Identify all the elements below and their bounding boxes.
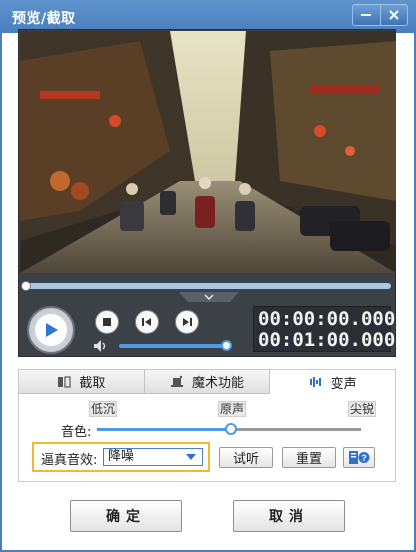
- reset-label: 重置: [295, 452, 322, 467]
- tab-bar: 截取 魔术功能 变声: [19, 370, 396, 394]
- chevron-down-icon: [204, 294, 214, 301]
- street-scene-image: [20, 31, 396, 273]
- crop-icon: [58, 375, 71, 388]
- minimize-button[interactable]: [353, 5, 380, 25]
- tone-low-marker: 低沉: [89, 401, 118, 417]
- timecode-display: 00:00:00.000 00:01:00.000: [253, 306, 396, 352]
- preview-listen-label: 试听: [232, 452, 259, 467]
- effect-dropdown-value: 降噪: [108, 449, 135, 464]
- seek-track: [23, 283, 391, 289]
- step-back-icon: [142, 318, 151, 326]
- seek-handle[interactable]: [21, 281, 31, 291]
- svg-text:?: ?: [361, 453, 367, 463]
- video-preview[interactable]: [20, 31, 396, 273]
- volume-icon[interactable]: [93, 339, 109, 353]
- tone-label: 音色:: [61, 425, 92, 440]
- player-panel: 00:00:00.000 00:01:00.000: [18, 29, 396, 357]
- close-button[interactable]: [379, 5, 407, 25]
- tone-original-marker: 原声: [218, 401, 247, 417]
- total-time: 00:01:00.000: [258, 329, 396, 351]
- help-book-icon: ?: [349, 451, 370, 464]
- tab-magic[interactable]: 魔术功能: [144, 370, 271, 394]
- volume-slider[interactable]: [119, 344, 227, 348]
- tone-high-marker: 尖锐: [348, 401, 377, 417]
- dropdown-arrow-icon: [186, 454, 196, 460]
- player-controls: 00:00:00.000 00:01:00.000: [19, 302, 397, 358]
- close-icon: [389, 10, 399, 20]
- tone-slider-fill: [97, 428, 230, 431]
- step-forward-icon: [183, 318, 192, 326]
- seek-bar[interactable]: [19, 280, 397, 292]
- soundwave-icon: [309, 377, 321, 387]
- preview-listen-button[interactable]: 试听: [219, 447, 273, 468]
- effect-dropdown[interactable]: 降噪: [103, 448, 203, 466]
- tab-crop[interactable]: 截取: [19, 370, 145, 394]
- previous-frame-button[interactable]: [135, 310, 159, 334]
- window-border-left: [0, 33, 2, 552]
- volume-handle[interactable]: [221, 340, 232, 351]
- play-button-face: [35, 314, 67, 346]
- minimize-icon: [361, 14, 372, 16]
- confirm-label: 确定: [106, 509, 146, 525]
- tab-magic-label: 魔术功能: [192, 376, 245, 391]
- window-title: 预览/截取: [12, 11, 76, 27]
- play-icon: [46, 323, 58, 337]
- stop-button[interactable]: [95, 310, 119, 334]
- play-button[interactable]: [27, 306, 75, 354]
- feature-panel: 截取 魔术功能 变声 低沉 原声 尖锐 音色: 逼真音效: 降噪 试听 重置 ?: [18, 369, 396, 482]
- effect-highlight: 逼真音效: 降噪: [32, 442, 210, 472]
- magic-hat-icon: [171, 375, 183, 387]
- current-time: 00:00:00.000: [258, 308, 396, 330]
- stop-icon: [103, 318, 111, 326]
- help-button[interactable]: ?: [343, 447, 375, 468]
- cancel-button[interactable]: 取消: [233, 500, 345, 532]
- cancel-label: 取消: [269, 509, 309, 525]
- effect-label: 逼真音效:: [41, 453, 98, 468]
- tab-crop-label: 截取: [79, 376, 106, 391]
- next-frame-button[interactable]: [175, 310, 199, 334]
- reset-button[interactable]: 重置: [282, 447, 336, 468]
- tab-voice-change-label: 变声: [330, 376, 357, 392]
- tab-voice-change[interactable]: 变声: [270, 370, 396, 394]
- confirm-button[interactable]: 确定: [70, 500, 182, 532]
- window-controls: [352, 4, 408, 26]
- tone-slider-handle[interactable]: [225, 423, 237, 435]
